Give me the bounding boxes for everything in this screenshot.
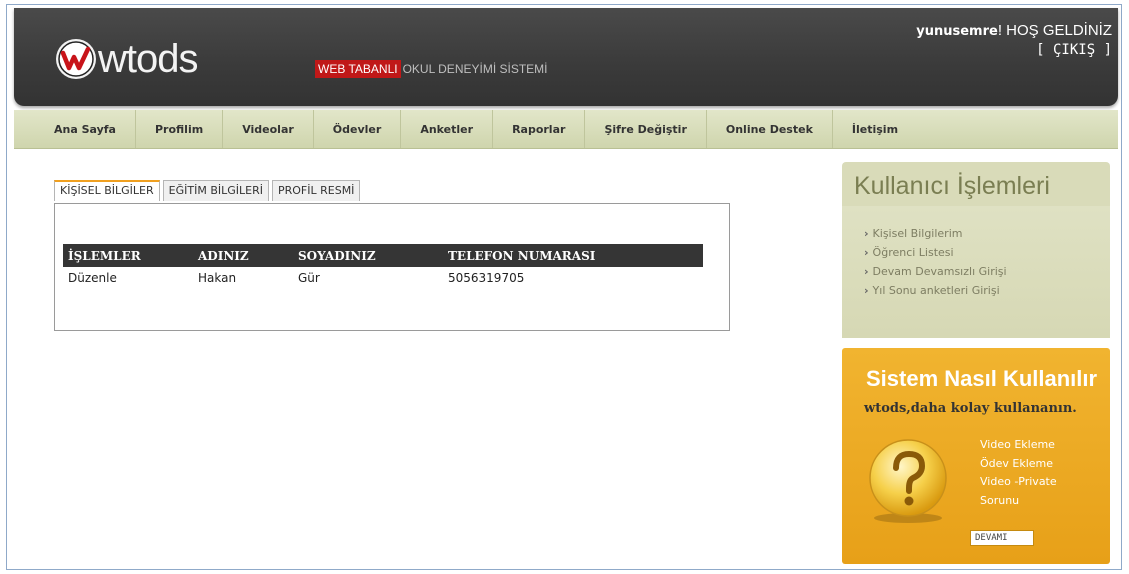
nav-item-online-destek[interactable]: Online Destek bbox=[707, 110, 833, 148]
main-nav: Ana Sayfa Profilim Videolar Ödevler Anke… bbox=[14, 110, 1118, 149]
personal-info-table: İŞLEMLER ADINIZ SOYADINIZ TELEFON NUMARA… bbox=[63, 244, 703, 289]
site-logo[interactable]: wtods bbox=[56, 36, 198, 82]
help-link-odev-ekleme[interactable]: Ödev Ekleme bbox=[980, 455, 1057, 474]
help-link-video-ekleme[interactable]: Video Ekleme bbox=[980, 436, 1057, 455]
more-button[interactable]: DEVAMI bbox=[970, 530, 1034, 546]
site-tagline: WEB TABANLI OKUL DENEYİMİ SİSTEMİ bbox=[315, 60, 548, 78]
sidebar-item-yil-sonu-anketleri[interactable]: Yıl Sonu anketleri Girişi bbox=[864, 281, 1007, 300]
sidebar-item-devam-devamsizlik[interactable]: Devam Devamsızlı Girişi bbox=[864, 262, 1007, 281]
nav-item-profilim[interactable]: Profilim bbox=[136, 110, 224, 148]
logout-link[interactable]: [ ÇIKIŞ ] bbox=[916, 41, 1112, 59]
nav-item-ana-sayfa[interactable]: Ana Sayfa bbox=[14, 110, 136, 148]
help-box: Sistem Nasıl Kullanılır wtods,daha kolay… bbox=[842, 348, 1110, 564]
table-row: Düzenle Hakan Gür 5056319705 bbox=[63, 267, 703, 289]
tab-egitim-bilgileri[interactable]: EĞİTİM BİLGİLERİ bbox=[162, 180, 269, 201]
nav-item-iletisim[interactable]: İletişim bbox=[833, 110, 917, 148]
username: yunusemre bbox=[916, 24, 998, 39]
cell-phone: 5056319705 bbox=[448, 271, 525, 285]
welcome-area: yunusemre! HOŞ GELDİNİZ [ ÇIKIŞ ] bbox=[916, 22, 1112, 59]
cell-last-name: Gür bbox=[298, 271, 320, 285]
sidebar-item-kisisel-bilgilerim[interactable]: Kişisel Bilgilerim bbox=[864, 224, 1007, 243]
tagline-rest: OKUL DENEYİMİ SİSTEMİ bbox=[402, 62, 548, 76]
column-header-islemler: İŞLEMLER bbox=[63, 244, 193, 267]
profile-tabs: KİŞİSEL BİLGİLER EĞİTİM BİLGİLERİ PROFİL… bbox=[54, 180, 361, 201]
nav-item-raporlar[interactable]: Raporlar bbox=[493, 110, 586, 148]
question-mark-icon bbox=[862, 434, 954, 526]
column-header-adiniz: ADINIZ bbox=[193, 244, 293, 267]
tagline-highlight: WEB TABANLI bbox=[315, 60, 401, 78]
column-header-telefon: TELEFON NUMARASI bbox=[443, 244, 703, 267]
sidebar-item-ogrenci-listesi[interactable]: Öğrenci Listesi bbox=[864, 243, 1007, 262]
site-header: wtods WEB TABANLI OKUL DENEYİMİ SİSTEMİ y… bbox=[14, 8, 1118, 106]
logo-text: wtods bbox=[98, 37, 198, 81]
nav-item-odevler[interactable]: Ödevler bbox=[314, 110, 402, 148]
tab-kisisel-bilgiler[interactable]: KİŞİSEL BİLGİLER bbox=[54, 180, 160, 201]
edit-link[interactable]: Düzenle bbox=[63, 267, 193, 289]
wtods-logo-icon bbox=[56, 39, 96, 79]
cell-first-name: Hakan bbox=[198, 271, 237, 285]
help-subtitle: wtods,daha kolay kullananın. bbox=[864, 401, 1077, 416]
table-header-row: İŞLEMLER ADINIZ SOYADINIZ TELEFON NUMARA… bbox=[63, 244, 703, 267]
user-actions-list: Kişisel Bilgilerim Öğrenci Listesi Devam… bbox=[864, 224, 1007, 300]
user-actions-title: Kullanıcı İşlemleri bbox=[854, 172, 1050, 200]
tab-profil-resmi[interactable]: PROFİL RESMİ bbox=[271, 180, 361, 201]
help-link-video-private[interactable]: Video -Private bbox=[980, 473, 1057, 492]
user-actions-box: Kullanıcı İşlemleri Kişisel Bilgilerim Ö… bbox=[842, 162, 1110, 338]
nav-item-videolar[interactable]: Videolar bbox=[223, 110, 314, 148]
help-title: Sistem Nasıl Kullanılır bbox=[866, 366, 1098, 391]
column-header-soyadiniz: SOYADINIZ bbox=[293, 244, 443, 267]
help-links: Video Ekleme Ödev Ekleme Video -Private … bbox=[980, 436, 1057, 510]
nav-item-sifre-degistir[interactable]: Şifre Değiştir bbox=[585, 110, 707, 148]
welcome-text: ! HOŞ GELDİNİZ bbox=[997, 22, 1112, 39]
tab-panel: İŞLEMLER ADINIZ SOYADINIZ TELEFON NUMARA… bbox=[54, 203, 730, 331]
help-link-sorunu[interactable]: Sorunu bbox=[980, 492, 1057, 511]
nav-item-anketler[interactable]: Anketler bbox=[401, 110, 494, 148]
